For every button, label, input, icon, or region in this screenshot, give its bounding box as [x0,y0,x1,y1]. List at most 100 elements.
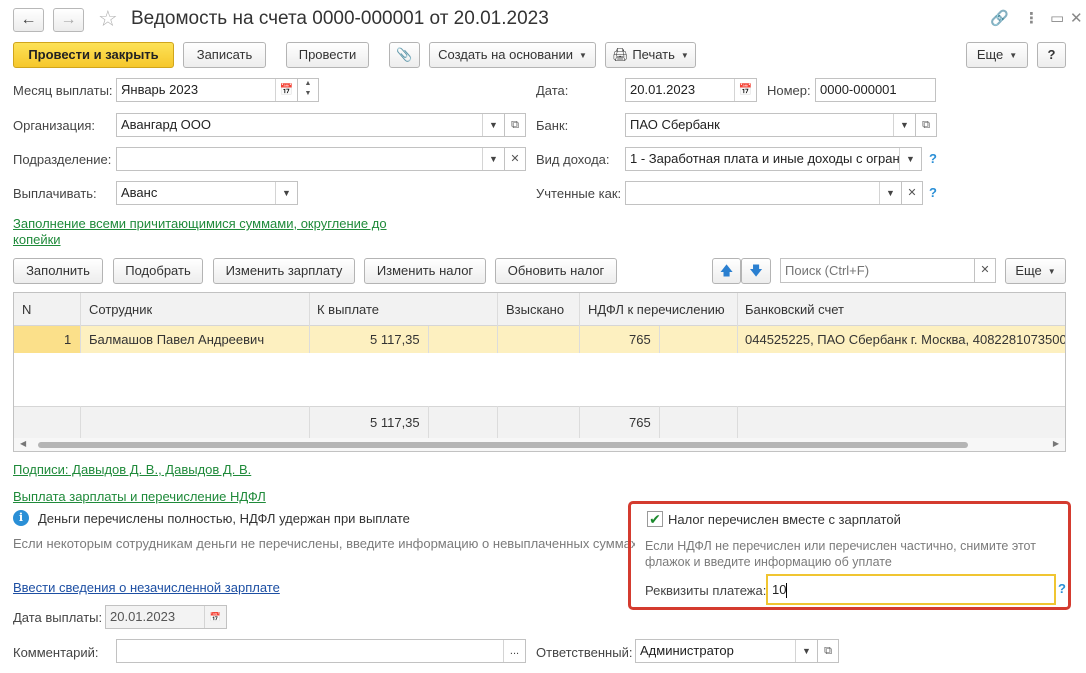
open-responsible-button[interactable]: ⧉ [817,639,839,663]
dropdown-arrow-icon[interactable]: ▼ [795,640,817,662]
clear-icon: ✕ [980,264,990,276]
row-to-pay: 5 117,35 [370,332,420,347]
income-type-label: Вид дохода: [536,152,610,167]
save-button[interactable]: Записать [183,42,266,68]
row-ndfl: 765 [629,332,651,347]
table-row[interactable]: 1 Балмашов Павел Андреевич 5 117,35 765 … [14,326,1065,353]
dropdown-arrow-icon[interactable]: ▼ [275,182,297,204]
number-field[interactable]: 0000-000001 [815,78,936,102]
more-vertical-icon[interactable]: ⋮ [1024,9,1039,27]
clear-search-button[interactable]: ✕ [974,258,996,283]
date-field[interactable]: 20.01.2023 📅 [625,78,757,102]
help-icon[interactable]: ? [1058,581,1066,596]
post-and-close-button[interactable]: Провести и закрыть [13,42,174,68]
dropdown-arrow-icon[interactable]: ▼ [893,114,915,136]
counted-as-field[interactable]: ▼ [625,181,902,205]
post-button[interactable]: Провести [286,42,369,68]
create-based-on-button[interactable]: Создать на основании ▼ [429,42,596,68]
horizontal-scrollbar[interactable]: ◀ ▶ [14,438,1065,451]
back-button[interactable]: ← [13,8,44,32]
clear-icon: ✕ [510,153,520,165]
month-value: Январь 2023 [121,82,199,97]
change-tax-button[interactable]: Изменить налог [364,258,486,284]
dropdown-arrow-icon[interactable]: ▼ [879,182,901,204]
pick-button[interactable]: Подобрать [113,258,203,284]
attach-button[interactable]: 📎 [389,42,420,68]
signatures-link[interactable]: Подписи: Давыдов Д. В., Давыдов Д. В. [13,462,251,477]
fill-settings-link[interactable]: Заполнение всеми причитающимися суммами,… [13,216,413,248]
income-type-field[interactable]: 1 - Заработная плата и иные доходы с огр… [625,147,922,171]
dropdown-arrow-icon[interactable]: ▼ [482,114,504,136]
payroll-table[interactable]: N Сотрудник К выплате Взыскано НДФЛ к пе… [13,292,1066,452]
col-account-header[interactable]: Банковский счет [745,302,844,317]
month-field[interactable]: Январь 2023 📅 [116,78,298,102]
maximize-icon[interactable]: ▭ [1050,9,1064,27]
help-button[interactable]: ? [1037,42,1066,68]
table-header: N Сотрудник К выплате Взыскано НДФЛ к пе… [14,293,1065,326]
payout-date-field[interactable]: 20.01.2023 📅 [105,605,227,629]
column-divider [309,406,310,438]
scroll-left-icon[interactable]: ◀ [20,439,26,448]
forward-button[interactable]: → [53,8,84,32]
checkmark-icon: ✔ [649,511,661,527]
page-title: Ведомость на счета 0000-000001 от 20.01.… [131,8,549,29]
stepper-down-icon[interactable]: ▼ [305,90,312,97]
close-icon[interactable]: ✕ [1070,9,1083,27]
column-divider [309,293,310,353]
update-tax-button[interactable]: Обновить налог [495,258,617,284]
clear-counted-as-button[interactable]: ✕ [901,181,923,205]
dropdown-arrow-icon[interactable]: ▼ [482,148,504,170]
col-collected-header[interactable]: Взыскано [506,302,564,317]
calendar-icon[interactable]: 📅 [275,79,297,101]
month-stepper[interactable]: ▲ ▼ [297,78,319,102]
dropdown-arrow-icon[interactable]: ▼ [899,148,921,170]
pay-type-field[interactable]: Аванс ▼ [116,181,298,205]
tax-paid-checkbox[interactable]: ✔ [647,511,663,527]
bank-field[interactable]: ПАО Сбербанк ▼ [625,113,916,137]
ellipsis-icon[interactable]: ... [503,640,525,662]
responsible-field[interactable]: Администратор ▼ [635,639,818,663]
text-cursor [786,583,788,599]
clear-department-button[interactable]: ✕ [504,147,526,171]
move-down-button[interactable]: 🡇 [741,258,771,284]
unpaid-salary-link[interactable]: Ввести сведения о незачисленной зарплате [13,580,280,595]
organization-field[interactable]: Авангард ООО ▼ [116,113,505,137]
help-icon[interactable]: ? [929,185,937,200]
calendar-icon[interactable]: 📅 [734,79,756,101]
payout-link[interactable]: Выплата зарплаты и перечисление НДФЛ [13,489,266,504]
help-icon[interactable]: ? [929,151,937,166]
col-ndfl-header[interactable]: НДФЛ к перечислению [588,302,725,317]
link-icon[interactable]: 🔗 [990,9,1009,27]
move-up-button[interactable]: 🡅 [712,258,741,284]
tax-paid-label[interactable]: Налог перечислен вместе с зарплатой [668,512,901,527]
row-account: 044525225, ПАО Сбербанк г. Москва, 40822… [745,332,1065,347]
payment-status-rest: полностью, НДФЛ удержан при выплате [163,511,410,526]
department-field[interactable]: ▼ [116,147,505,171]
paperclip-icon: 📎 [396,47,413,62]
change-salary-button[interactable]: Изменить зарплату [213,258,355,284]
payment-details-field[interactable]: 10 [766,574,1056,605]
favorite-star-icon[interactable]: ☆ [98,6,118,32]
search-input[interactable] [780,258,975,283]
scroll-right-icon[interactable]: ▶ [1053,439,1059,448]
open-bank-button[interactable]: ⧉ [915,113,937,137]
table-more-button[interactable]: Еще ▼ [1005,258,1066,284]
total-to-pay: 5 117,35 [370,415,420,430]
responsible-value: Администратор [640,643,734,658]
fill-button[interactable]: Заполнить [13,258,103,284]
fill-link-line2: копейки [13,232,61,247]
scrollbar-thumb[interactable] [38,442,968,448]
print-button[interactable]: 🖨 Печать ▼ [605,42,696,68]
table-more-label: Еще [1015,263,1042,278]
bank-value: ПАО Сбербанк [630,117,720,132]
col-employee-header[interactable]: Сотрудник [89,302,152,317]
calendar-icon[interactable]: 📅 [204,606,226,628]
more-button[interactable]: Еще ▼ [966,42,1028,68]
chevron-down-icon: ▼ [578,50,587,60]
stepper-up-icon[interactable]: ▲ [305,80,312,87]
comment-field[interactable]: ... [116,639,526,663]
col-to-pay-header[interactable]: К выплате [317,302,379,317]
comment-label: Комментарий: [13,645,99,660]
col-n-header[interactable]: N [22,302,31,317]
open-organization-button[interactable]: ⧉ [504,113,526,137]
